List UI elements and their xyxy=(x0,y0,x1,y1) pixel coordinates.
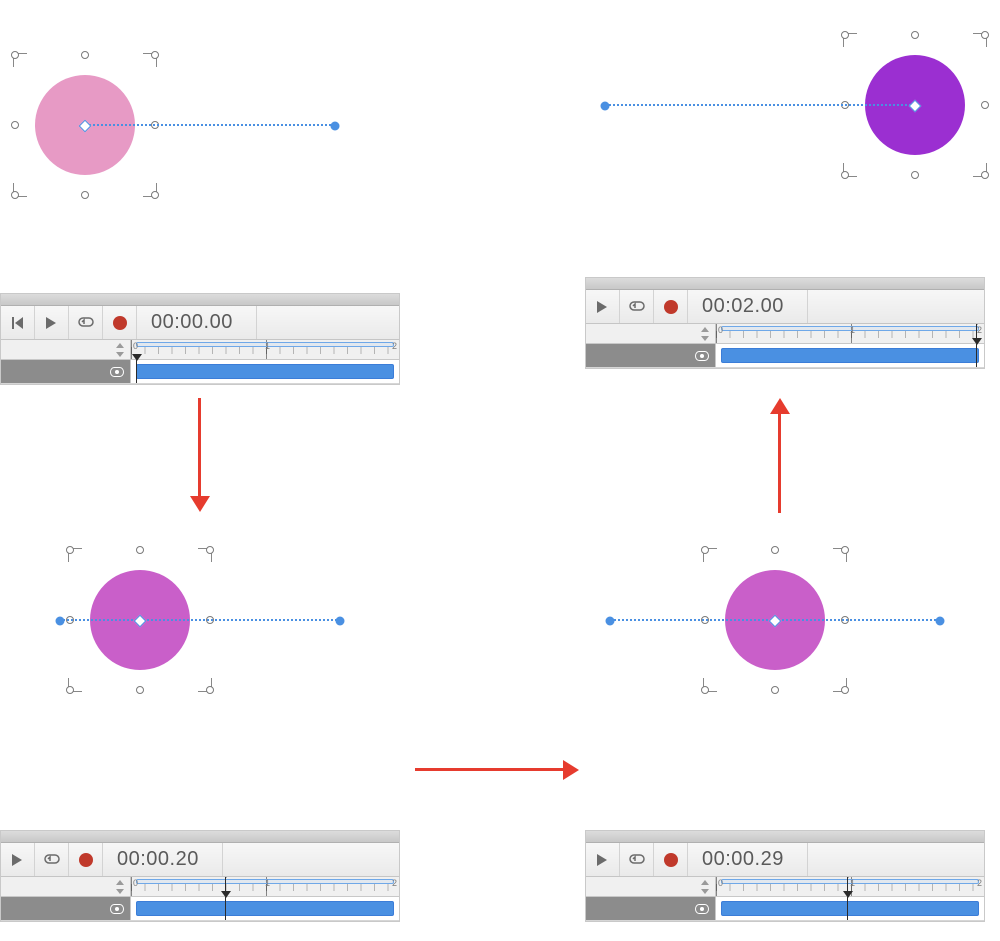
sort-icon xyxy=(701,327,709,341)
path-start-handle[interactable] xyxy=(601,102,610,111)
track-header[interactable] xyxy=(1,897,131,920)
ruler-tick: 0 xyxy=(718,325,723,335)
track-header[interactable] xyxy=(586,344,716,367)
timeline-panel-2: 00:00.20 0 1 2 xyxy=(0,830,400,922)
visibility-icon[interactable] xyxy=(110,367,124,377)
timecode-display[interactable]: 00:00.20 xyxy=(103,843,223,876)
playhead[interactable] xyxy=(136,360,137,383)
timeline-panel-3: 00:00.29 0 1 2 xyxy=(585,830,985,922)
time-ruler[interactable]: 0 1 2 xyxy=(716,324,984,343)
canvas-frame-4 xyxy=(590,30,1000,220)
timeline-panel-4: 00:02.00 0 1 2 xyxy=(585,277,985,369)
track-lane[interactable] xyxy=(716,897,984,920)
animation-clip[interactable] xyxy=(136,901,393,916)
track-header[interactable] xyxy=(586,897,716,920)
flow-arrow-down xyxy=(190,398,210,513)
timecode-display[interactable]: 00:02.00 xyxy=(688,290,808,323)
timecode-display[interactable]: 00:00.29 xyxy=(688,843,808,876)
flow-arrow-up xyxy=(770,398,790,513)
path-end-handle[interactable] xyxy=(331,122,340,131)
time-ruler[interactable]: 0 1 2 xyxy=(131,877,399,896)
path-start-handle[interactable] xyxy=(606,617,615,626)
record-button[interactable] xyxy=(654,843,688,876)
path-end-handle[interactable] xyxy=(336,617,345,626)
motion-path[interactable] xyxy=(610,619,940,621)
ruler-tick: 1 xyxy=(850,878,855,888)
time-ruler[interactable]: 0 1 2 xyxy=(131,340,399,359)
sort-icon xyxy=(701,880,709,894)
ruler-gutter xyxy=(1,877,131,896)
track-lane[interactable] xyxy=(131,360,399,383)
visibility-icon[interactable] xyxy=(695,904,709,914)
ruler-gutter xyxy=(586,877,716,896)
panel-titlebar[interactable] xyxy=(1,294,399,306)
animation-clip[interactable] xyxy=(136,364,393,379)
loop-button[interactable] xyxy=(620,843,654,876)
track-lane[interactable] xyxy=(716,344,984,367)
animation-clip[interactable] xyxy=(721,348,978,363)
motion-path[interactable] xyxy=(60,619,340,621)
loop-button[interactable] xyxy=(69,306,103,339)
go-start-button[interactable] xyxy=(1,306,35,339)
ruler-tick: 0 xyxy=(133,878,138,888)
loop-button[interactable] xyxy=(620,290,654,323)
record-button[interactable] xyxy=(654,290,688,323)
panel-titlebar[interactable] xyxy=(586,278,984,290)
ruler-tick: 2 xyxy=(977,878,982,888)
ruler-gutter xyxy=(1,340,131,359)
play-button[interactable] xyxy=(586,843,620,876)
ruler-tick: 1 xyxy=(265,341,270,351)
motion-path[interactable] xyxy=(85,124,335,126)
play-button[interactable] xyxy=(35,306,69,339)
sort-icon xyxy=(116,343,124,357)
timecode-display[interactable]: 00:00.00 xyxy=(137,306,257,339)
ruler-gutter xyxy=(586,324,716,343)
sort-icon xyxy=(116,880,124,894)
canvas-frame-1 xyxy=(0,30,420,220)
selection-bounds[interactable] xyxy=(845,35,985,175)
selection-bounds[interactable] xyxy=(705,550,845,690)
selection-bounds[interactable] xyxy=(70,550,210,690)
playhead[interactable] xyxy=(847,897,848,920)
record-icon xyxy=(113,316,127,330)
animation-clip[interactable] xyxy=(721,901,978,916)
ruler-tick: 2 xyxy=(392,341,397,351)
path-end-handle[interactable] xyxy=(936,617,945,626)
ruler-tick: 2 xyxy=(977,325,982,335)
ruler-tick: 1 xyxy=(850,325,855,335)
play-button[interactable] xyxy=(1,843,35,876)
ruler-tick: 2 xyxy=(392,878,397,888)
playhead[interactable] xyxy=(976,344,977,367)
panel-titlebar[interactable] xyxy=(586,831,984,843)
playhead[interactable] xyxy=(225,897,226,920)
record-button[interactable] xyxy=(69,843,103,876)
timeline-panel-1: 00:00.00 0 1 2 xyxy=(0,293,400,385)
ruler-tick: 0 xyxy=(718,878,723,888)
motion-path[interactable] xyxy=(605,104,915,106)
record-icon xyxy=(79,853,93,867)
track-header[interactable] xyxy=(1,360,131,383)
loop-button[interactable] xyxy=(35,843,69,876)
selection-bounds[interactable] xyxy=(15,55,155,195)
visibility-icon[interactable] xyxy=(110,904,124,914)
path-start-handle[interactable] xyxy=(56,617,65,626)
panel-titlebar[interactable] xyxy=(1,831,399,843)
visibility-icon[interactable] xyxy=(695,351,709,361)
track-lane[interactable] xyxy=(131,897,399,920)
record-icon xyxy=(664,300,678,314)
record-button[interactable] xyxy=(103,306,137,339)
record-icon xyxy=(664,853,678,867)
canvas-frame-3 xyxy=(590,545,1000,735)
ruler-tick: 1 xyxy=(265,878,270,888)
canvas-frame-2 xyxy=(55,545,475,735)
flow-arrow-right xyxy=(415,760,580,780)
ruler-tick: 0 xyxy=(133,341,138,351)
play-button[interactable] xyxy=(586,290,620,323)
